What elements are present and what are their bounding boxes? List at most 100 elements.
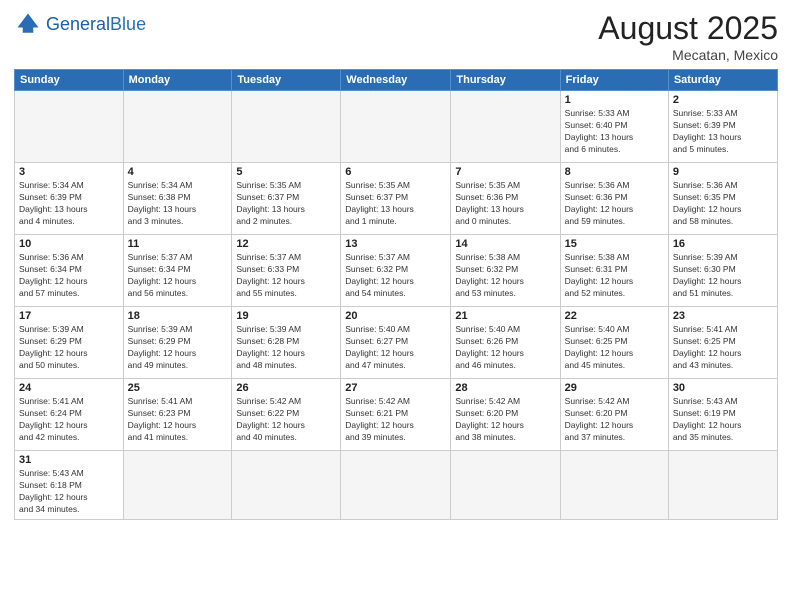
calendar-cell [451,451,560,520]
day-number: 27 [345,382,446,394]
calendar-cell: 30Sunrise: 5:43 AM Sunset: 6:19 PM Dayli… [668,379,777,451]
calendar-cell: 22Sunrise: 5:40 AM Sunset: 6:25 PM Dayli… [560,307,668,379]
calendar-cell: 2 Sunrise: 5:33 AM Sunset: 6:39 PM Daylig… [668,91,777,163]
calendar-header-saturday: Saturday [668,70,777,91]
calendar-cell [232,91,341,163]
day-number: 31 [19,454,119,466]
day-number: 2 [673,94,773,106]
calendar-week-row: 24 Sunrise: 5:41 AM Sunset: 6:24 PM Dayli… [15,379,778,451]
day-info: Sunrise: 5:41 AM Sunset: 6:23 PM Dayligh… [128,396,228,444]
day-number: 6 [345,166,446,178]
calendar-cell: 31Sunrise: 5:43 AM Sunset: 6:18 PM Dayli… [15,451,124,520]
logo-text: GeneralBlue [46,15,146,33]
day-number: 14 [455,238,555,250]
day-number: 18 [128,310,228,322]
calendar-header-thursday: Thursday [451,70,560,91]
calendar-cell: 15 Sunrise: 5:38 AM Sunset: 6:31 PM Dayli… [560,235,668,307]
page: GeneralBlue August 2025 Mecatan, Mexico … [0,0,792,612]
day-info: Sunrise: 5:40 AM Sunset: 6:26 PM Dayligh… [455,324,555,372]
day-info: Sunrise: 5:41 AM Sunset: 6:25 PM Dayligh… [673,324,773,372]
day-info: Sunrise: 5:35 AM Sunset: 6:37 PM Dayligh… [345,180,446,228]
day-number: 3 [19,166,119,178]
day-number: 21 [455,310,555,322]
day-number: 22 [565,310,664,322]
calendar-cell [341,451,451,520]
day-number: 1 [565,94,664,106]
day-info: Sunrise: 5:42 AM Sunset: 6:20 PM Dayligh… [455,396,555,444]
calendar-cell: 25 Sunrise: 5:41 AM Sunset: 6:23 PM Dayli… [123,379,232,451]
calendar-header-wednesday: Wednesday [341,70,451,91]
calendar-cell: 10 Sunrise: 5:36 AM Sunset: 6:34 PM Dayli… [15,235,124,307]
calendar-cell [123,451,232,520]
calendar-header-monday: Monday [123,70,232,91]
day-number: 17 [19,310,119,322]
calendar-cell: 26Sunrise: 5:42 AM Sunset: 6:22 PM Dayli… [232,379,341,451]
day-number: 5 [236,166,336,178]
day-info: Sunrise: 5:37 AM Sunset: 6:32 PM Dayligh… [345,252,446,300]
day-number: 19 [236,310,336,322]
calendar-cell: 11 Sunrise: 5:37 AM Sunset: 6:34 PM Dayli… [123,235,232,307]
calendar-cell: 23 Sunrise: 5:41 AM Sunset: 6:25 PM Dayli… [668,307,777,379]
day-number: 23 [673,310,773,322]
day-info: Sunrise: 5:36 AM Sunset: 6:35 PM Dayligh… [673,180,773,228]
calendar-cell: 1Sunrise: 5:33 AM Sunset: 6:40 PM Daylig… [560,91,668,163]
day-info: Sunrise: 5:38 AM Sunset: 6:32 PM Dayligh… [455,252,555,300]
title-block: August 2025 Mecatan, Mexico [598,10,778,63]
day-number: 10 [19,238,119,250]
day-info: Sunrise: 5:38 AM Sunset: 6:31 PM Dayligh… [565,252,664,300]
day-number: 12 [236,238,336,250]
day-number: 20 [345,310,446,322]
calendar-header-tuesday: Tuesday [232,70,341,91]
day-number: 25 [128,382,228,394]
day-info: Sunrise: 5:42 AM Sunset: 6:22 PM Dayligh… [236,396,336,444]
calendar-cell [341,91,451,163]
day-info: Sunrise: 5:39 AM Sunset: 6:29 PM Dayligh… [19,324,119,372]
month-year: August 2025 [598,10,778,47]
day-info: Sunrise: 5:34 AM Sunset: 6:38 PM Dayligh… [128,180,228,228]
logo: GeneralBlue [14,10,146,38]
calendar-header-row: SundayMondayTuesdayWednesdayThursdayFrid… [15,70,778,91]
day-number: 24 [19,382,119,394]
day-number: 15 [565,238,664,250]
calendar-cell: 19Sunrise: 5:39 AM Sunset: 6:28 PM Dayli… [232,307,341,379]
calendar-cell [232,451,341,520]
day-number: 8 [565,166,664,178]
calendar-week-row: 31Sunrise: 5:43 AM Sunset: 6:18 PM Dayli… [15,451,778,520]
day-number: 4 [128,166,228,178]
day-number: 11 [128,238,228,250]
logo-icon [14,10,42,38]
calendar-cell: 5Sunrise: 5:35 AM Sunset: 6:37 PM Daylig… [232,163,341,235]
day-info: Sunrise: 5:37 AM Sunset: 6:34 PM Dayligh… [128,252,228,300]
calendar-cell: 18 Sunrise: 5:39 AM Sunset: 6:29 PM Dayli… [123,307,232,379]
day-info: Sunrise: 5:41 AM Sunset: 6:24 PM Dayligh… [19,396,119,444]
calendar-cell [15,91,124,163]
day-info: Sunrise: 5:34 AM Sunset: 6:39 PM Dayligh… [19,180,119,228]
day-info: Sunrise: 5:33 AM Sunset: 6:39 PM Dayligh… [673,108,773,156]
calendar-cell: 21 Sunrise: 5:40 AM Sunset: 6:26 PM Dayli… [451,307,560,379]
calendar-cell: 8Sunrise: 5:36 AM Sunset: 6:36 PM Daylig… [560,163,668,235]
calendar-week-row: 3 Sunrise: 5:34 AM Sunset: 6:39 PM Daylig… [15,163,778,235]
day-info: Sunrise: 5:42 AM Sunset: 6:20 PM Dayligh… [565,396,664,444]
calendar: SundayMondayTuesdayWednesdayThursdayFrid… [14,69,778,520]
calendar-cell: 20 Sunrise: 5:40 AM Sunset: 6:27 PM Dayli… [341,307,451,379]
calendar-cell: 13 Sunrise: 5:37 AM Sunset: 6:32 PM Dayli… [341,235,451,307]
location: Mecatan, Mexico [598,47,778,63]
day-number: 29 [565,382,664,394]
day-info: Sunrise: 5:37 AM Sunset: 6:33 PM Dayligh… [236,252,336,300]
day-info: Sunrise: 5:36 AM Sunset: 6:34 PM Dayligh… [19,252,119,300]
calendar-week-row: 10 Sunrise: 5:36 AM Sunset: 6:34 PM Dayli… [15,235,778,307]
calendar-week-row: 17 Sunrise: 5:39 AM Sunset: 6:29 PM Dayli… [15,307,778,379]
calendar-cell: 17 Sunrise: 5:39 AM Sunset: 6:29 PM Dayli… [15,307,124,379]
day-number: 7 [455,166,555,178]
calendar-cell: 3 Sunrise: 5:34 AM Sunset: 6:39 PM Daylig… [15,163,124,235]
calendar-cell: 27 Sunrise: 5:42 AM Sunset: 6:21 PM Dayli… [341,379,451,451]
calendar-cell [668,451,777,520]
calendar-cell: 6 Sunrise: 5:35 AM Sunset: 6:37 PM Daylig… [341,163,451,235]
day-info: Sunrise: 5:39 AM Sunset: 6:29 PM Dayligh… [128,324,228,372]
day-info: Sunrise: 5:42 AM Sunset: 6:21 PM Dayligh… [345,396,446,444]
calendar-cell: 14 Sunrise: 5:38 AM Sunset: 6:32 PM Dayli… [451,235,560,307]
day-info: Sunrise: 5:40 AM Sunset: 6:27 PM Dayligh… [345,324,446,372]
day-number: 13 [345,238,446,250]
day-info: Sunrise: 5:39 AM Sunset: 6:30 PM Dayligh… [673,252,773,300]
day-number: 16 [673,238,773,250]
